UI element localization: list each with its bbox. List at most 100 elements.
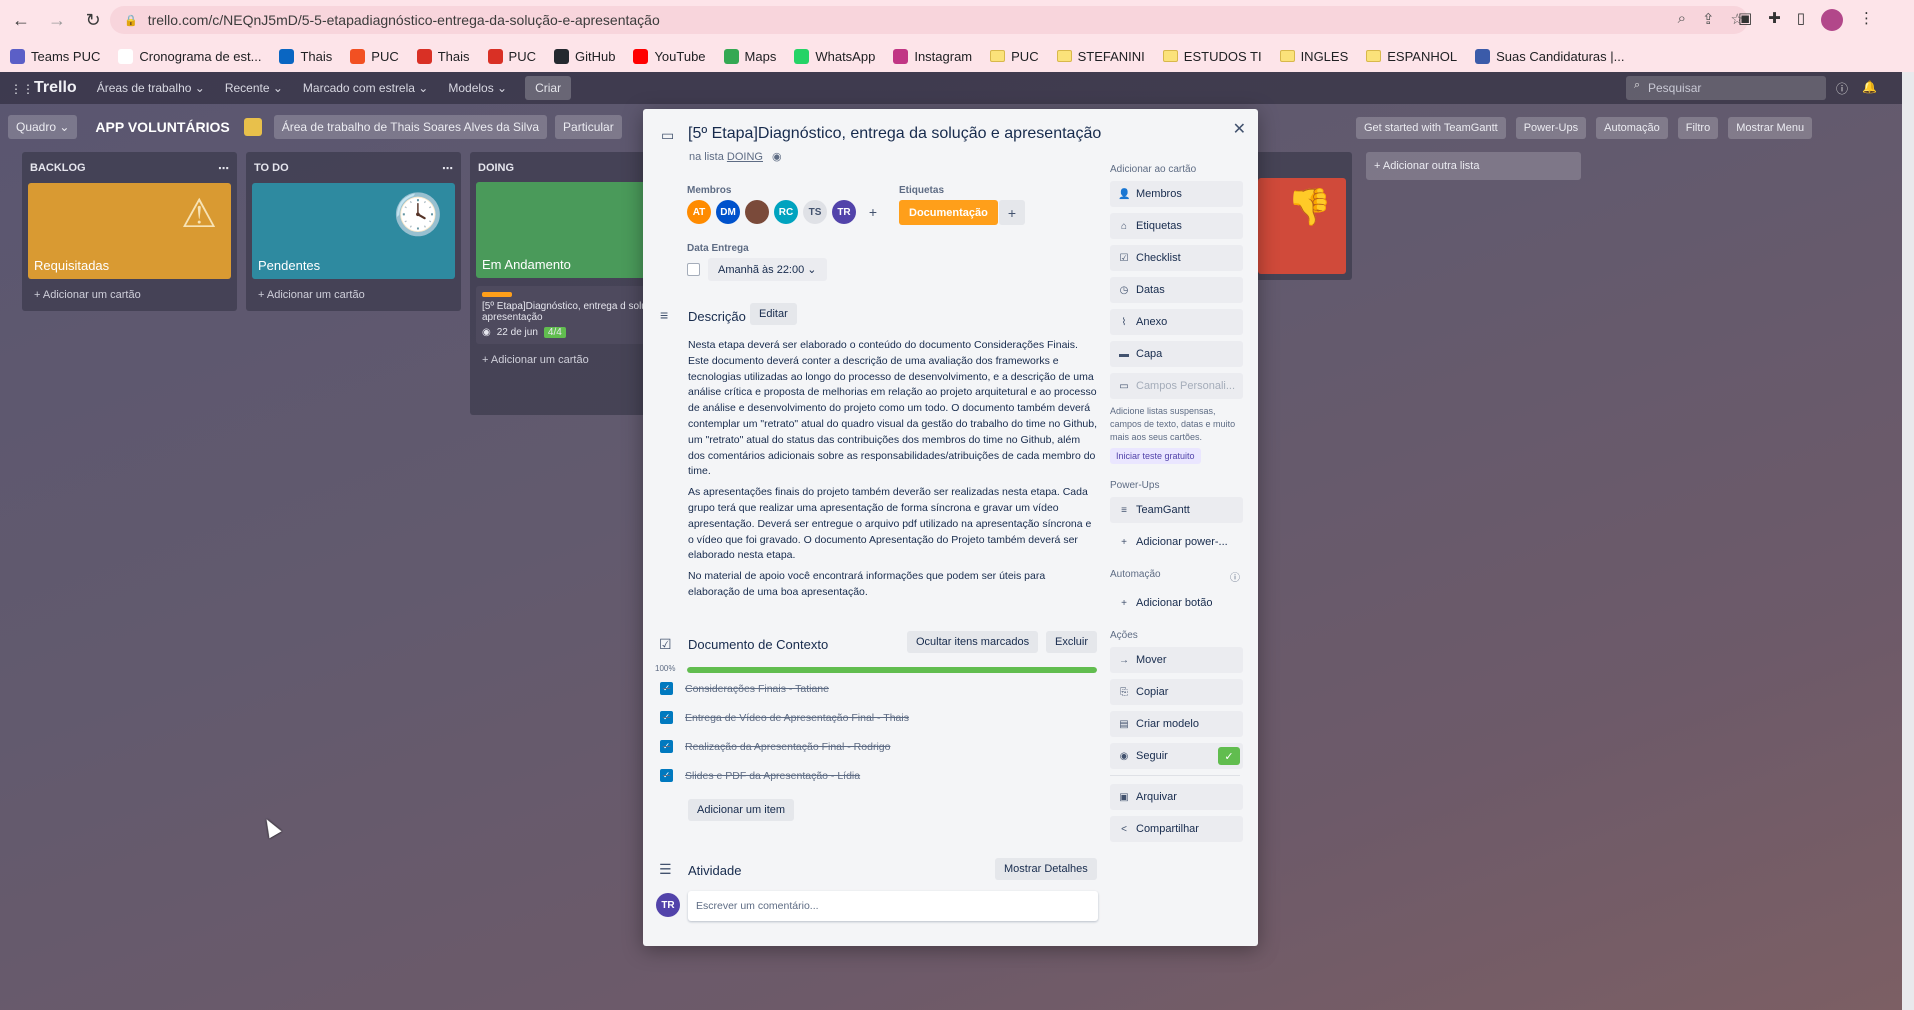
extension-m-icon[interactable]: ▣ [1738, 9, 1752, 31]
card-cover[interactable]: 🕓 Pendentes [252, 183, 455, 279]
bookmark-item[interactable]: Cronograma de est... [118, 48, 261, 64]
bookmark-item[interactable]: PUC [350, 48, 399, 64]
close-icon[interactable]: ✕ [1233, 119, 1246, 139]
show-details-button[interactable]: Mostrar Detalhes [995, 858, 1097, 880]
add-card-button[interactable]: + Adicionar um cartão [28, 279, 231, 305]
menu-icon[interactable]: ⋮ [1859, 9, 1874, 31]
bookmark-item[interactable]: INGLES [1279, 49, 1348, 64]
bookmark-item[interactable]: ESPANHOL [1366, 49, 1457, 64]
puzzle-icon[interactable]: ✚ [1768, 9, 1781, 31]
edit-description-button[interactable]: Editar [750, 303, 797, 325]
view-switcher[interactable]: Quadro ⌄ [8, 115, 78, 139]
nav-recent[interactable]: Recente ⌄ [225, 81, 283, 95]
list-title[interactable]: TO DO [254, 162, 289, 175]
create-button[interactable]: Criar [525, 76, 572, 100]
hide-checked-button[interactable]: Ocultar itens marcados [907, 631, 1039, 653]
checklist-button[interactable]: ☑ Checklist [1110, 245, 1243, 271]
bookmark-item[interactable]: GitHub [553, 48, 615, 64]
card-title[interactable]: [5º Etapa]Diagnóstico, entrega da soluçã… [688, 125, 1101, 143]
automation-button[interactable]: Automação [1596, 117, 1668, 139]
address-bar[interactable]: 🔒 trello.com/c/NEQnJ5mD/5-5-etapadiagnós… [110, 6, 1748, 34]
side-panel-icon[interactable]: ▯ [1797, 9, 1805, 31]
star-icon[interactable] [243, 118, 262, 136]
member-avatar[interactable]: AT [687, 200, 711, 224]
back-icon[interactable]: ← [6, 5, 36, 35]
checklist-item[interactable]: ✓ Realização da Apresentação Final - Rodr… [660, 740, 890, 753]
checked-checkbox[interactable]: ✓ [660, 769, 673, 782]
zoom-icon[interactable]: ⌕ [1678, 10, 1686, 28]
checked-checkbox[interactable]: ✓ [660, 711, 673, 724]
due-complete-checkbox[interactable] [687, 263, 700, 276]
nav-starred[interactable]: Marcado com estrela ⌄ [303, 81, 428, 95]
profile-avatar[interactable] [1821, 9, 1843, 31]
teamgantt-button[interactable]: Get started with TeamGantt [1356, 117, 1506, 139]
add-member-button[interactable]: + [861, 200, 885, 224]
powerups-button[interactable]: Power-Ups [1515, 117, 1587, 139]
search-input[interactable]: Pesquisar [1626, 76, 1826, 100]
due-date-button[interactable]: Amanhã às 22:00 ⌄ [708, 258, 827, 281]
bell-icon[interactable]: 🔔 [1862, 80, 1877, 97]
bookmark-item[interactable]: Instagram [893, 48, 972, 64]
label-documentacao[interactable]: Documentação [899, 200, 998, 225]
comment-input[interactable]: Escrever um comentário... [688, 891, 1098, 921]
member-avatar[interactable]: TR [832, 200, 856, 224]
labels-button[interactable]: ⌂ Etiquetas [1110, 213, 1243, 239]
members-button[interactable]: 👤 Membros [1110, 181, 1243, 207]
list-title[interactable]: DOING [478, 162, 514, 174]
add-button-button[interactable]: + Adicionar botão [1110, 590, 1243, 616]
scrollbar[interactable] [1902, 72, 1914, 1010]
card-cover[interactable]: ⚠ Requisitadas [28, 183, 231, 279]
delete-checklist-button[interactable]: Excluir [1046, 631, 1098, 653]
cover-button[interactable]: ▬ Capa [1110, 341, 1243, 367]
bookmark-item[interactable]: Maps [723, 48, 776, 64]
member-avatar[interactable]: RC [774, 200, 798, 224]
add-card-button[interactable]: + Adicionar um cartão [252, 279, 455, 305]
add-label-button[interactable]: + [999, 200, 1025, 225]
custom-fields-button[interactable]: ▭ Campos Personali... [1110, 373, 1243, 399]
bookmark-item[interactable]: Thais [279, 48, 332, 64]
bookmark-item[interactable]: PUC [487, 48, 536, 64]
checklist-item[interactable]: ✓ Slides e PDF da Apresentação - Lídia [660, 769, 860, 782]
move-button[interactable]: → Mover [1110, 647, 1243, 673]
start-trial-button[interactable]: Iniciar teste gratuito [1110, 448, 1201, 464]
bookmark-item[interactable]: WhatsApp [794, 48, 875, 64]
add-powerup-button[interactable]: + Adicionar power-... [1110, 529, 1243, 555]
info-icon[interactable]: ⓘ [1230, 569, 1240, 584]
description-text[interactable]: Nesta etapa deverá ser elaborado o conte… [688, 338, 1098, 606]
share-button[interactable]: < Compartilhar [1110, 816, 1243, 842]
share-icon[interactable]: ⇪ [1702, 10, 1715, 28]
bookmark-item[interactable]: Thais [416, 48, 470, 64]
member-avatar[interactable]: DM [716, 200, 740, 224]
add-list-button[interactable]: + Adicionar outra lista [1366, 152, 1581, 180]
bookmark-item[interactable]: STEFANINI [1056, 49, 1145, 64]
nav-templates[interactable]: Modelos ⌄ [448, 81, 507, 95]
checked-checkbox[interactable]: ✓ [660, 682, 673, 695]
workspace-chip[interactable]: Área de trabalho de Thais Soares Alves d… [273, 115, 548, 139]
add-item-button[interactable]: Adicionar um item [688, 799, 795, 821]
checklist-item[interactable]: ✓ Considerações Finais - Tatiane [660, 682, 829, 695]
checked-checkbox[interactable]: ✓ [660, 740, 673, 753]
bookmark-item[interactable]: Suas Candidaturas |... [1475, 48, 1625, 64]
follow-button[interactable]: ◉ Seguir ✓ [1110, 743, 1243, 769]
filter-button[interactable]: Filtro [1677, 117, 1719, 139]
dates-button[interactable]: ◷ Datas [1110, 277, 1243, 303]
card-cover[interactable]: 👎 [1258, 178, 1346, 274]
attachment-button[interactable]: ⌇ Anexo [1110, 309, 1243, 335]
apps-grid-icon[interactable]: ⋮⋮ [10, 82, 34, 96]
board-title[interactable]: APP VOLUNTÁRIOS [95, 119, 229, 135]
archive-button[interactable]: ▣ Arquivar [1110, 784, 1243, 810]
bookmark-item[interactable]: YouTube [633, 48, 706, 64]
teamgantt-button[interactable]: ≡ TeamGantt [1110, 497, 1243, 523]
bookmark-item[interactable]: ESTUDOS TI [1162, 49, 1262, 64]
reload-icon[interactable]: ↻ [78, 5, 108, 35]
show-menu-button[interactable]: Mostrar Menu [1728, 117, 1813, 139]
trello-logo[interactable]: Trello [34, 79, 77, 97]
in-list-link[interactable]: DOING [727, 151, 763, 163]
bookmark-item[interactable]: Teams PUC [10, 48, 100, 64]
nav-workspaces[interactable]: Áreas de trabalho ⌄ [97, 81, 205, 95]
checklist-item[interactable]: ✓ Entrega de Vídeo de Apresentação Final … [660, 711, 909, 724]
bookmark-item[interactable]: PUC [990, 49, 1039, 64]
member-avatar[interactable]: TS [803, 200, 827, 224]
copy-button[interactable]: ⎘ Copiar [1110, 679, 1243, 705]
member-avatar[interactable] [745, 200, 769, 224]
